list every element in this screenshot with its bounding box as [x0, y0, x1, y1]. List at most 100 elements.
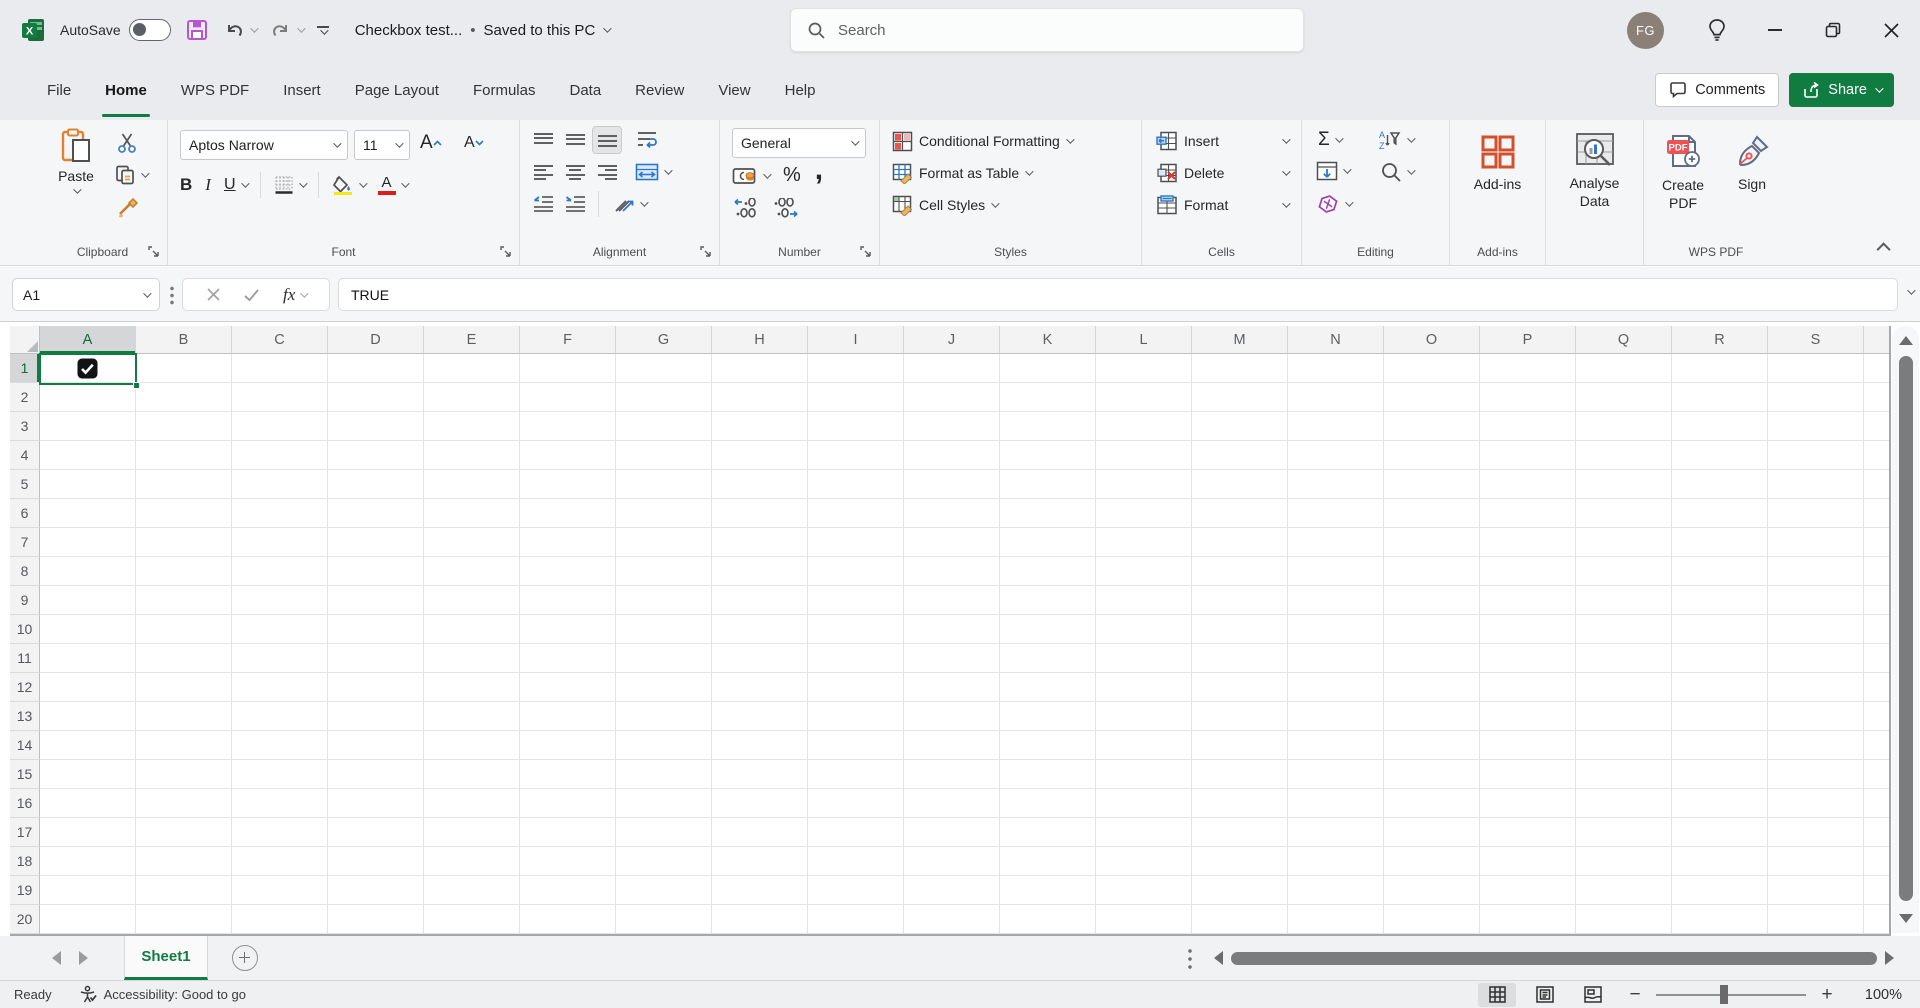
tab-wps-pdf[interactable]: WPS PDF	[164, 60, 266, 120]
comma-style-button[interactable]: ,	[815, 165, 823, 175]
orientation-button[interactable]	[607, 190, 651, 218]
row-header-5[interactable]: 5	[10, 470, 40, 499]
horizontal-scroll-thumb[interactable]	[1231, 952, 1877, 965]
row-header-16[interactable]: 16	[10, 789, 40, 818]
paste-button[interactable]: Paste	[48, 128, 104, 194]
merge-center-dropdown-icon[interactable]	[664, 166, 672, 174]
accounting-dropdown-icon[interactable]	[763, 170, 771, 178]
find-select-dropdown-icon[interactable]	[1407, 166, 1415, 174]
select-all-corner[interactable]	[10, 326, 40, 354]
insert-dropdown-icon[interactable]	[1282, 135, 1290, 143]
column-header-partial[interactable]	[1864, 326, 1889, 354]
row-4-cells[interactable]	[40, 441, 1889, 470]
autosave-toggle[interactable]	[129, 19, 171, 41]
row-header-9[interactable]: 9	[10, 586, 40, 615]
analyse-data-button[interactable]: Analyse Data	[1546, 132, 1643, 210]
save-icon[interactable]	[185, 18, 209, 42]
column-header-l[interactable]: L	[1096, 326, 1192, 354]
align-top-button[interactable]	[528, 126, 558, 154]
bold-button[interactable]: B	[180, 175, 192, 195]
tab-page-layout[interactable]: Page Layout	[338, 60, 456, 120]
minimize-button[interactable]	[1746, 0, 1804, 60]
customize-quick-access-icon[interactable]	[317, 26, 329, 35]
row-header-13[interactable]: 13	[10, 702, 40, 731]
tab-formulas[interactable]: Formulas	[456, 60, 553, 120]
row-header-17[interactable]: 17	[10, 818, 40, 847]
sheet-tab-sheet1[interactable]: Sheet1	[124, 936, 208, 980]
decrease-decimal-button[interactable]	[773, 198, 800, 218]
formula-bar-resize-handle[interactable]	[170, 285, 174, 305]
comments-button[interactable]: Comments	[1655, 73, 1779, 107]
delete-dropdown-icon[interactable]	[1282, 167, 1290, 175]
underline-button[interactable]: U	[224, 176, 247, 194]
row-header-10[interactable]: 10	[10, 615, 40, 644]
font-name-combo[interactable]: Aptos Narrow	[180, 130, 348, 160]
italic-button[interactable]: I	[205, 175, 211, 195]
row-19-cells[interactable]	[40, 876, 1889, 905]
format-as-table-button[interactable]: Format as Table	[892, 159, 1031, 187]
row-17-cells[interactable]	[40, 818, 1889, 847]
row-12-cells[interactable]	[40, 673, 1889, 702]
row-header-18[interactable]: 18	[10, 847, 40, 876]
row-14-cells[interactable]	[40, 731, 1889, 760]
alignment-dialog-launcher-icon[interactable]	[699, 245, 712, 258]
document-title-group[interactable]: Checkbox test... • Saved to this PC	[355, 22, 610, 39]
row-9-cells[interactable]	[40, 586, 1889, 615]
decrease-font-size-button[interactable]: A	[464, 134, 484, 152]
font-dialog-launcher-icon[interactable]	[499, 245, 512, 258]
row-20-cells[interactable]	[40, 905, 1889, 934]
tab-view[interactable]: View	[701, 60, 767, 120]
collapse-ribbon-icon[interactable]	[1877, 242, 1891, 256]
next-sheet-icon[interactable]	[79, 951, 88, 965]
cut-button[interactable]	[116, 132, 138, 154]
vertical-scroll-thumb[interactable]	[1899, 356, 1913, 901]
tab-review[interactable]: Review	[618, 60, 701, 120]
redo-dropdown-icon[interactable]	[297, 24, 305, 32]
format-as-table-dropdown-icon[interactable]	[1025, 167, 1033, 175]
name-box[interactable]: A1	[12, 278, 160, 311]
increase-indent-button[interactable]	[560, 190, 590, 218]
row-8-cells[interactable]	[40, 557, 1889, 586]
scroll-up-icon[interactable]	[1899, 336, 1913, 345]
undo-button[interactable]	[223, 19, 256, 41]
borders-button[interactable]	[274, 175, 305, 195]
copy-button[interactable]	[114, 164, 147, 186]
ideas-lightbulb-button[interactable]	[1688, 0, 1746, 60]
sign-button[interactable]: Sign	[1726, 132, 1778, 192]
scroll-right-icon[interactable]	[1885, 951, 1894, 965]
paste-dropdown-icon[interactable]	[73, 185, 81, 193]
column-header-k[interactable]: K	[1000, 326, 1096, 354]
row-2-cells[interactable]	[40, 383, 1889, 412]
scroll-left-icon[interactable]	[1214, 951, 1223, 965]
cell-styles-button[interactable]: Cell Styles	[892, 191, 997, 219]
number-format-combo[interactable]: General	[732, 128, 866, 158]
column-header-i[interactable]: I	[808, 326, 904, 354]
column-header-o[interactable]: O	[1384, 326, 1480, 354]
row-header-2[interactable]: 2	[10, 383, 40, 412]
clear-button[interactable]	[1316, 195, 1351, 213]
font-size-combo[interactable]: 11	[354, 130, 410, 160]
row-5-cells[interactable]	[40, 470, 1889, 499]
insert-function-button[interactable]: fx	[283, 285, 306, 305]
delete-cells-button[interactable]: Delete	[1156, 159, 1288, 187]
row-13-cells[interactable]	[40, 702, 1889, 731]
column-header-m[interactable]: M	[1192, 326, 1288, 354]
align-middle-button[interactable]	[560, 126, 590, 154]
column-header-d[interactable]: D	[328, 326, 424, 354]
search-input[interactable]: Search	[790, 8, 1304, 52]
column-header-q[interactable]: Q	[1576, 326, 1672, 354]
font-color-button[interactable]: A	[378, 175, 407, 194]
avatar[interactable]: FG	[1627, 12, 1664, 49]
row-16-cells[interactable]	[40, 789, 1889, 818]
column-header-c[interactable]: C	[232, 326, 328, 354]
tab-data[interactable]: Data	[552, 60, 618, 120]
format-dropdown-icon[interactable]	[1282, 199, 1290, 207]
number-dialog-launcher-icon[interactable]	[859, 245, 872, 258]
autosave-control[interactable]: AutoSave	[60, 19, 171, 41]
clipboard-dialog-launcher-icon[interactable]	[147, 245, 160, 258]
format-painter-button[interactable]	[116, 196, 140, 220]
undo-dropdown-icon[interactable]	[250, 24, 258, 32]
conditional-formatting-dropdown-icon[interactable]	[1066, 135, 1074, 143]
zoom-slider[interactable]	[1656, 994, 1806, 996]
column-header-r[interactable]: R	[1672, 326, 1768, 354]
